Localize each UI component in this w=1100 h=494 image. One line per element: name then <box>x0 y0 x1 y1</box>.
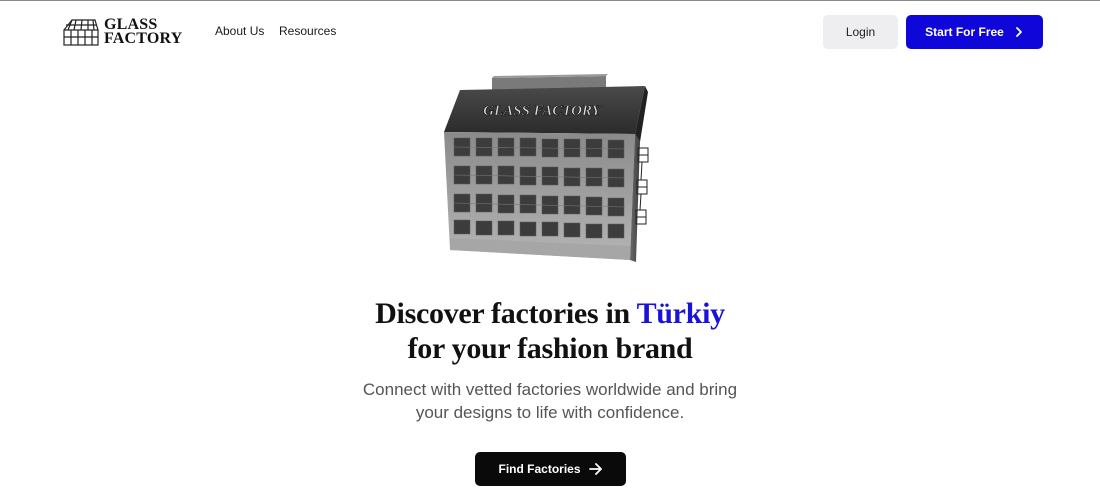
subtitle-line-2: your designs to life with confidence. <box>415 403 685 422</box>
chevron-right-icon <box>1015 27 1022 37</box>
headline-accent-country: Türkiy <box>636 297 726 330</box>
headline-part-1: Discover factories in <box>375 297 637 330</box>
building-sign-text: GLASS FACTORY <box>483 103 603 119</box>
factory-building-illustration: GLASS FACTORY <box>444 74 649 262</box>
top-navbar: GLASS FACTORY About Us Resources Login S… <box>0 0 1100 64</box>
logo-wordmark: GLASS FACTORY <box>104 17 183 47</box>
nav-link-resources[interactable]: Resources <box>279 24 336 38</box>
hero-subtitle: Connect with vetted factories worldwide … <box>300 378 800 424</box>
subtitle-line-1: Connect with vetted factories worldwide … <box>362 380 738 399</box>
find-factories-button[interactable]: Find Factories <box>475 452 626 486</box>
nav-link-about-us[interactable]: About Us <box>215 24 264 38</box>
start-button-label: Start For Free <box>925 25 1004 39</box>
logo-line-2: FACTORY <box>104 30 183 47</box>
find-factories-label: Find Factories <box>498 462 581 476</box>
greenhouse-logo-icon <box>63 19 99 46</box>
arrow-right-icon <box>588 463 602 475</box>
brand-logo[interactable]: GLASS FACTORY <box>62 16 187 48</box>
hero-headline: Discover factories in Türkiy for your fa… <box>250 296 850 366</box>
headline-line-2: for your fashion brand <box>407 332 693 365</box>
start-for-free-button[interactable]: Start For Free <box>906 15 1043 49</box>
login-button[interactable]: Login <box>823 15 898 49</box>
login-button-label: Login <box>845 25 876 39</box>
